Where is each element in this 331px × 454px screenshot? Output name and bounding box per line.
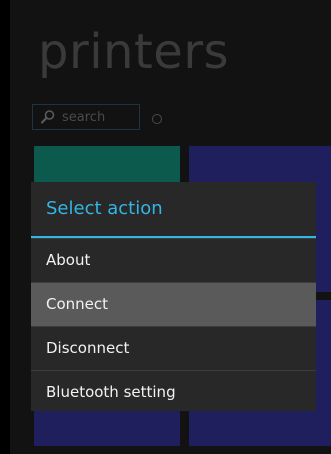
search-input[interactable]: search [32, 104, 140, 130]
menu-item-bluetooth-setting[interactable]: Bluetooth setting [31, 370, 316, 414]
menu-item-about[interactable]: About [31, 238, 316, 282]
menu-item-disconnect[interactable]: Disconnect [31, 326, 316, 370]
page-title: printers [38, 24, 230, 80]
dialog-title: Select action [31, 182, 316, 238]
refresh-icon[interactable] [152, 114, 162, 124]
search-placeholder: search [62, 109, 106, 125]
select-action-dialog: Select action About Connect Disconnect B… [31, 182, 316, 411]
menu-item-connect[interactable]: Connect [31, 282, 316, 326]
search-icon [40, 110, 55, 124]
